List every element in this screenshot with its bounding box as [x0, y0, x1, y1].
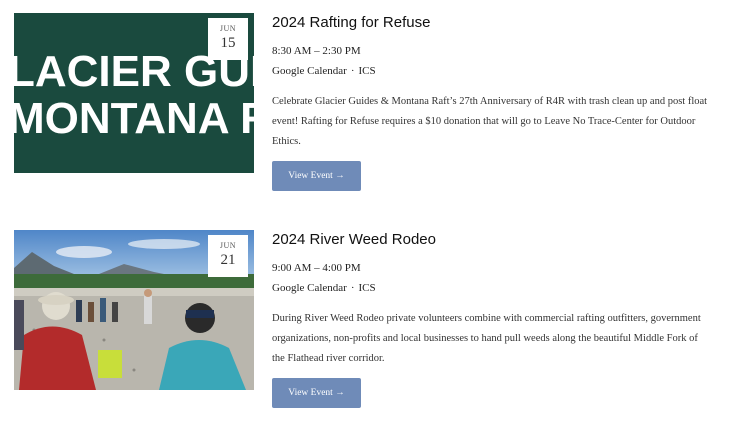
- event-image[interactable]: LACIER GUIDES MONTANA RA JUN 15: [14, 13, 254, 173]
- event-description: Celebrate Glacier Guides & Montana Raft’…: [272, 96, 708, 147]
- ics-link[interactable]: ICS: [359, 65, 376, 77]
- date-badge: JUN 21: [208, 235, 248, 277]
- event-info: 2024 River Weed Rodeo 9:00 AM – 4:00 PM …: [272, 230, 742, 408]
- event-time: 8:30 AM – 2:30 PM: [272, 45, 361, 57]
- date-month: JUN: [219, 24, 237, 33]
- event-image[interactable]: JUN 21: [14, 230, 254, 390]
- calendar-links: Google Calendar · ICS: [272, 64, 742, 78]
- event-time: 9:00 AM – 4:00 PM: [272, 262, 361, 274]
- calendar-links: Google Calendar · ICS: [272, 281, 742, 295]
- date-day: 15: [220, 35, 236, 51]
- svg-text:MONTANA RA: MONTANA RA: [14, 94, 254, 143]
- date-month: JUN: [219, 241, 237, 250]
- link-separator: ·: [350, 282, 355, 294]
- date-day: 21: [220, 252, 236, 268]
- date-badge: JUN 15: [208, 18, 248, 60]
- link-separator: ·: [350, 65, 355, 77]
- google-calendar-link[interactable]: Google Calendar: [272, 65, 347, 77]
- event-description: During River Weed Rodeo private voluntee…: [272, 313, 701, 364]
- event-title[interactable]: 2024 River Weed Rodeo: [272, 230, 742, 250]
- google-calendar-link[interactable]: Google Calendar: [272, 282, 347, 294]
- view-event-button[interactable]: View Event →: [272, 378, 361, 408]
- event-info: 2024 Rafting for Refuse 8:30 AM – 2:30 P…: [272, 13, 742, 191]
- view-event-button[interactable]: View Event →: [272, 161, 361, 191]
- event-title[interactable]: 2024 Rafting for Refuse: [272, 13, 742, 33]
- ics-link[interactable]: ICS: [359, 282, 376, 294]
